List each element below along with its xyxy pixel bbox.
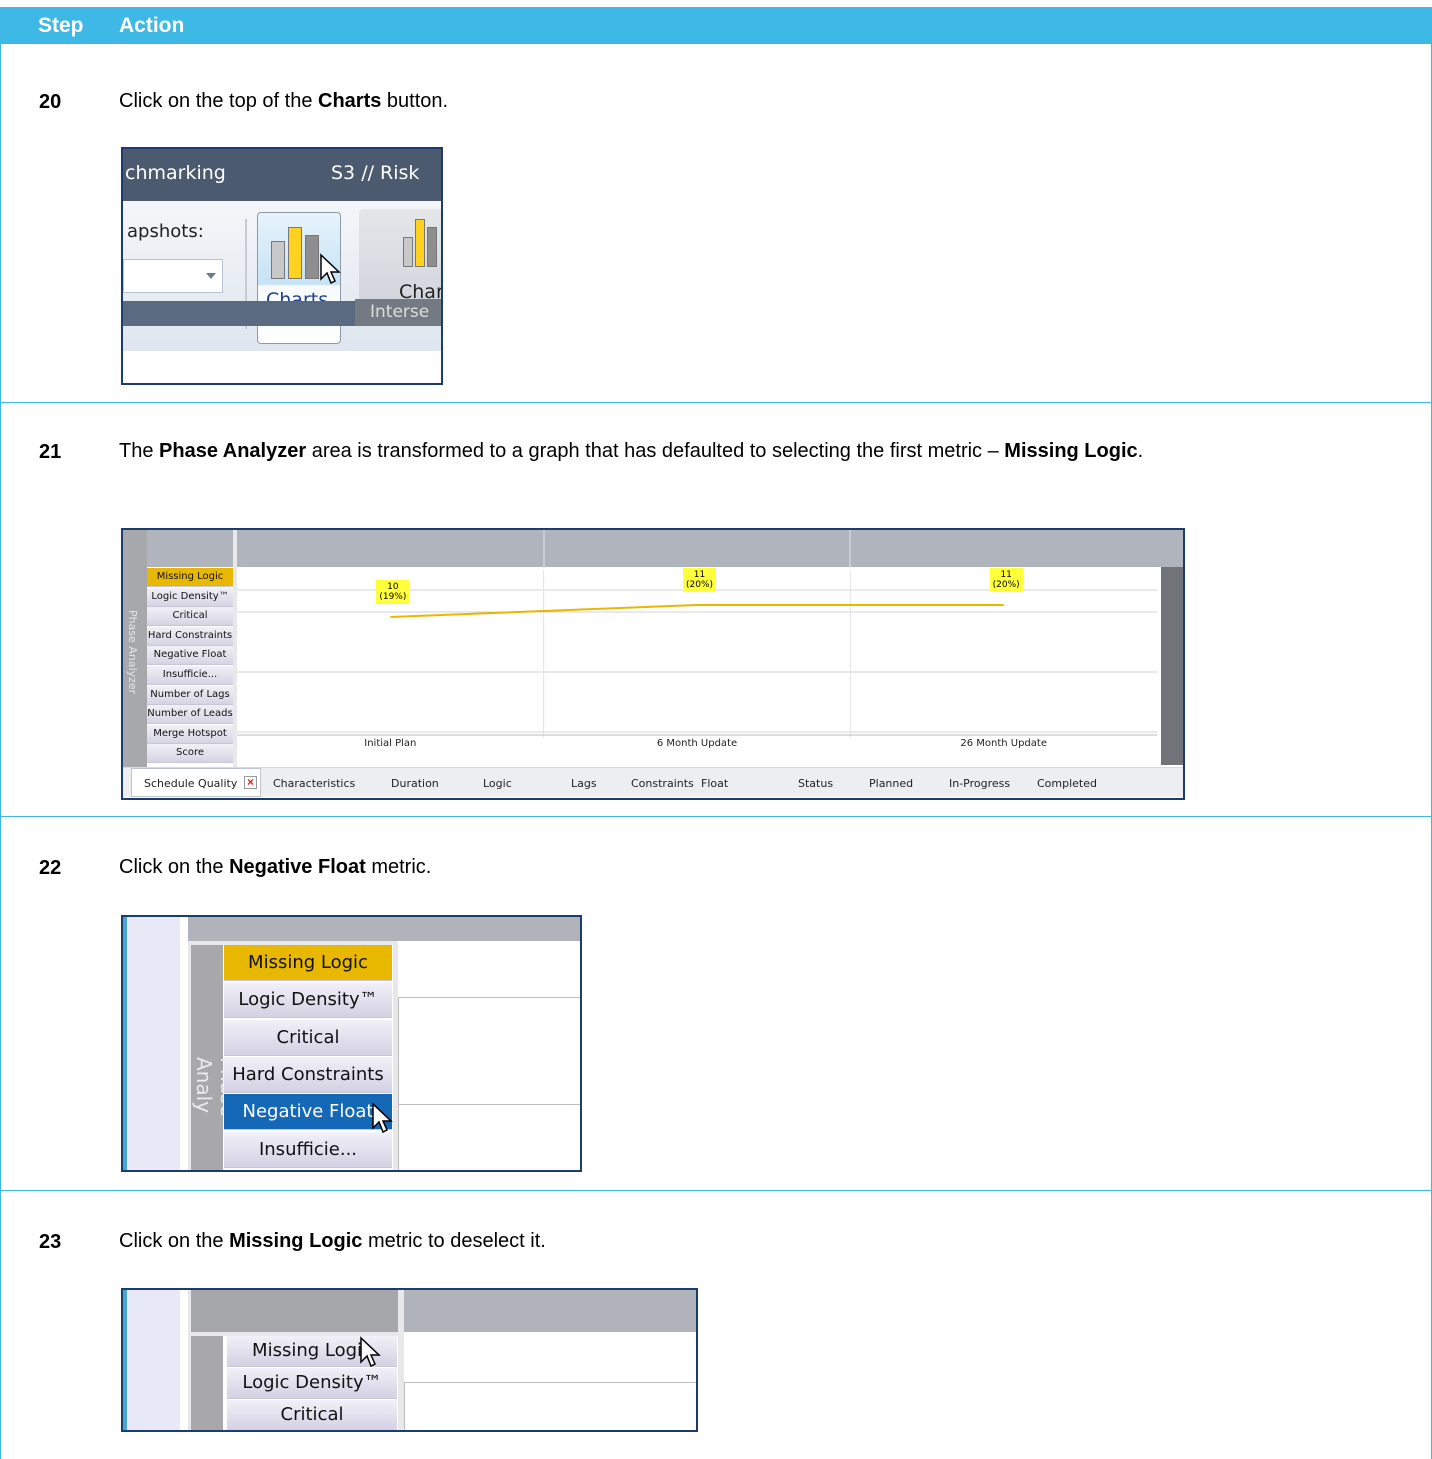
header-action: Action bbox=[119, 14, 185, 37]
metric-hard-constraints[interactable]: Hard Constraints bbox=[147, 626, 233, 646]
mouse-cursor-icon bbox=[320, 253, 341, 285]
metric-score[interactable]: Score bbox=[147, 744, 233, 764]
phase-analyzer-header bbox=[123, 530, 1183, 567]
mouse-cursor-icon bbox=[360, 1336, 381, 1368]
snapshots-dropdown[interactable] bbox=[123, 259, 223, 293]
step-number: 20 bbox=[39, 91, 62, 113]
instruction-table: Step Action bbox=[0, 7, 1432, 44]
step-instruction: Click on the Missing Logic metric to des… bbox=[119, 1230, 546, 1252]
metric-insufficie[interactable]: Insufficie... bbox=[147, 666, 233, 685]
metric-zoom-screenshot-23: Missing Logic Logic Density™ Critical bbox=[121, 1288, 698, 1432]
step-number: 23 bbox=[39, 1231, 62, 1253]
metric-number-of-leads[interactable]: Number of Leads bbox=[147, 705, 233, 725]
step-instruction: The Phase Analyzer area is transformed t… bbox=[119, 440, 1144, 462]
step-instruction: Click on the top of the Charts button. bbox=[119, 90, 449, 112]
metric-negative-float[interactable]: Negative Float bbox=[224, 1094, 392, 1131]
tab-logic[interactable]: Logic bbox=[483, 777, 512, 790]
vertical-scrollbar[interactable] bbox=[1161, 567, 1183, 765]
tab-characteristics[interactable]: Characteristics bbox=[273, 777, 355, 790]
phase-analyzer-screenshot: Phase Analyzer Missing Logic Logic Densit… bbox=[121, 528, 1185, 800]
metric-critical[interactable]: Critical bbox=[147, 607, 233, 627]
tab-status[interactable]: Status bbox=[798, 777, 833, 790]
x-tick-label: 6 Month Update bbox=[657, 738, 737, 749]
tab-s3-risk[interactable]: S3 // Risk bbox=[331, 162, 419, 184]
chart-plot-area bbox=[398, 1336, 696, 1430]
step-instruction: Click on the Negative Float metric. bbox=[119, 856, 432, 878]
metric-merge-hotspot[interactable]: Merge Hotspot bbox=[147, 724, 233, 744]
metric-logic-density[interactable]: Logic Density™ bbox=[227, 1368, 397, 1399]
phase-analyzer-tab-bar: Schedule Quality × Characteristics Durati… bbox=[123, 767, 1183, 797]
metric-critical[interactable]: Critical bbox=[227, 1400, 397, 1430]
x-tick-label: 26 Month Update bbox=[960, 738, 1047, 749]
series-line-missing-logic bbox=[390, 604, 1004, 618]
metric-zoom-screenshot-22: Phase Analy Missing LogicLogic Density™C… bbox=[121, 915, 582, 1172]
step-number: 22 bbox=[39, 857, 62, 879]
ribbon-screenshot: chmarking S3 // Risk apshots: Charts Cha… bbox=[121, 147, 443, 385]
header-step: Step bbox=[38, 14, 84, 37]
mouse-cursor-icon bbox=[372, 1102, 393, 1134]
tab-float[interactable]: Float bbox=[701, 777, 728, 790]
step-row-23: 23 Click on the Missing Logic metric to … bbox=[0, 1190, 1432, 1459]
chart-plot-area: Initial Plan 6 Month Update 26 Month Updat… bbox=[237, 568, 1157, 762]
bar-chart-icon bbox=[403, 219, 441, 267]
phase-analyzer-side-label: Phase Analyzer bbox=[126, 610, 139, 695]
ribbon-tab-bar: chmarking S3 // Risk bbox=[123, 149, 441, 201]
intersect-group-label: Interse bbox=[355, 299, 441, 326]
tab-in-progress[interactable]: In-Progress bbox=[949, 777, 1010, 790]
close-icon[interactable]: × bbox=[244, 776, 257, 789]
data-label: 11 (20%) bbox=[683, 568, 717, 592]
metric-insufficie[interactable]: Insufficie... bbox=[224, 1131, 392, 1168]
metric-missing-logic[interactable]: Missing Logic bbox=[147, 568, 233, 587]
metric-critical[interactable]: Critical bbox=[224, 1019, 392, 1056]
snapshots-label: apshots: bbox=[127, 221, 204, 242]
tab-completed[interactable]: Completed bbox=[1037, 777, 1097, 790]
step-row-20: 20 Click on the top of the Charts button… bbox=[0, 44, 1432, 402]
tab-planned[interactable]: Planned bbox=[869, 777, 913, 790]
tab-duration[interactable]: Duration bbox=[391, 777, 439, 790]
table-header: Step Action bbox=[0, 7, 1432, 44]
x-tick-label: Initial Plan bbox=[364, 738, 416, 749]
metric-logic-density[interactable]: Logic Density™ bbox=[224, 982, 392, 1019]
chart-plot-area bbox=[398, 941, 580, 1170]
metric-negative-float[interactable]: Negative Float bbox=[147, 646, 233, 666]
metric-number-of-lags[interactable]: Number of Lags bbox=[147, 685, 233, 705]
metric-missing-logic[interactable]: Missing Logic bbox=[224, 945, 392, 981]
step-row-21: 21 The Phase Analyzer area is transforme… bbox=[0, 402, 1432, 816]
chevron-down-icon bbox=[206, 273, 216, 279]
metric-logic-density[interactable]: Logic Density™ bbox=[147, 587, 233, 607]
phase-analyzer-side-panel: Phase Analyzer bbox=[123, 530, 147, 770]
data-label: 11 (20%) bbox=[989, 568, 1023, 592]
step-row-22: 22 Click on the Negative Float metric. P… bbox=[0, 816, 1432, 1190]
tab-schedule-quality[interactable]: Schedule Quality × bbox=[131, 768, 261, 797]
tab-benchmarking[interactable]: chmarking bbox=[125, 162, 226, 184]
data-label: 10 (19%) bbox=[376, 580, 410, 604]
tab-constraints[interactable]: Constraints bbox=[631, 777, 694, 790]
step-number: 21 bbox=[39, 441, 62, 463]
metric-hard-constraints[interactable]: Hard Constraints bbox=[224, 1056, 392, 1093]
line-chart: Initial Plan 6 Month Update 26 Month Updat… bbox=[237, 570, 1157, 749]
tab-lags[interactable]: Lags bbox=[571, 777, 597, 790]
